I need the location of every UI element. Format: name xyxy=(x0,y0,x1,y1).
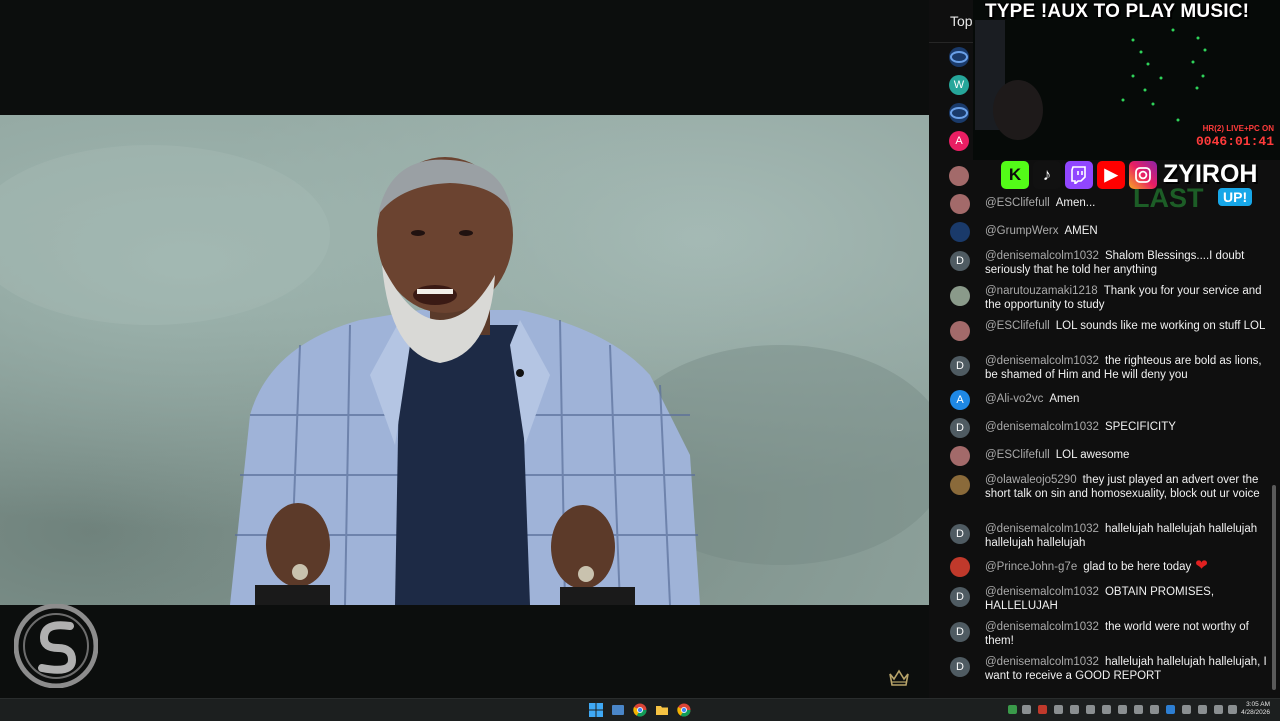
chat-author[interactable]: @PrinceJohn-g7e xyxy=(985,561,1077,573)
taskbar-clock[interactable]: 3:05 AM 4/28/2026 xyxy=(1241,701,1270,717)
chat-author[interactable]: @denisemalcolm1032 xyxy=(985,250,1099,262)
chat-message: D @denisemalcolm1032 OBTAIN PROMISES, HAL… xyxy=(950,583,1268,613)
chat-message: D @denisemalcolm1032 the world were not w… xyxy=(950,618,1268,648)
chat-message: @olawaleojo5290 they just played an adver… xyxy=(950,471,1268,501)
tray-app-icon[interactable] xyxy=(1054,705,1063,714)
tray-discord-icon[interactable] xyxy=(1022,705,1031,714)
chat-author[interactable]: @denisemalcolm1032 xyxy=(985,355,1099,367)
chat-avatar[interactable] xyxy=(950,194,970,214)
chat-message: D @denisemalcolm1032 the righteous are bo… xyxy=(950,352,1268,382)
tray-volume-icon[interactable] xyxy=(1214,705,1223,714)
youtube-icon: ▶ xyxy=(1097,160,1125,189)
chat-author[interactable]: @denisemalcolm1032 xyxy=(985,523,1099,535)
chat-avatar[interactable] xyxy=(950,446,970,466)
webcam-feed: HR(2) LIVE+PC ON 0046:01:41 xyxy=(973,0,1280,160)
chat-author[interactable]: @ESClifefull xyxy=(985,320,1050,332)
chat-mode-tab[interactable]: Top xyxy=(950,13,973,29)
overlay-title: TYPE !AUX TO PLAY MUSIC! xyxy=(985,1,1250,22)
chat-author[interactable]: @denisemalcolm1032 xyxy=(985,656,1099,668)
windows-start-icon[interactable] xyxy=(589,703,603,717)
chat-message: D @denisemalcolm1032 hallelujah halleluja… xyxy=(950,653,1268,683)
tiktok-icon: ♪ xyxy=(1033,160,1061,189)
chat-message: @ESClifefull LOL awesome xyxy=(950,446,1268,466)
chrome-icon[interactable] xyxy=(633,703,647,717)
chat-avatar[interactable]: D xyxy=(950,251,970,271)
overlay-up-badge: UP! xyxy=(1218,188,1253,206)
live-status-text: HR(2) LIVE+PC ON xyxy=(1202,124,1274,133)
chat-avatar[interactable]: A xyxy=(950,390,970,410)
tray-app-icon[interactable] xyxy=(1182,705,1191,714)
social-links: K ♪ ▶ ZYIROH xyxy=(1001,160,1257,189)
taskbar: 3:05 AM 4/28/2026 xyxy=(0,698,1280,721)
chat-author[interactable]: @Ali-vo2vc xyxy=(985,393,1043,405)
video-frame[interactable] xyxy=(0,115,929,605)
tray-app-icon[interactable] xyxy=(1150,705,1159,714)
chat-text: LOL awesome xyxy=(1055,449,1130,461)
chat-author[interactable]: @denisemalcolm1032 xyxy=(985,586,1099,598)
chat-message: @narutouzamaki1218 Thank you for your ser… xyxy=(950,282,1268,312)
channel-logo xyxy=(14,604,98,688)
chat-avatar[interactable] xyxy=(950,286,970,306)
chat-message: D @denisemalcolm1032 Shalom Blessings....… xyxy=(950,247,1268,277)
stream-overlay: HR(2) LIVE+PC ON 0046:01:41 TYPE !AUX TO… xyxy=(973,0,1280,215)
file-explorer-icon[interactable] xyxy=(655,703,669,717)
chat-avatar[interactable] xyxy=(949,166,969,186)
twitch-icon xyxy=(1065,160,1093,189)
chat-text: Amen xyxy=(1049,393,1080,405)
video-player[interactable] xyxy=(0,0,929,698)
tray-app-icon[interactable] xyxy=(1134,705,1143,714)
chat-avatar[interactable] xyxy=(950,475,970,495)
tray-record-icon[interactable] xyxy=(1038,705,1047,714)
streamer-handle: ZYIROH xyxy=(1163,160,1258,188)
chat-avatar[interactable]: D xyxy=(950,622,970,642)
chat-avatar[interactable] xyxy=(950,321,970,341)
tray-bluetooth-icon[interactable] xyxy=(1166,705,1175,714)
crown-icon xyxy=(889,669,909,686)
chat-avatar[interactable] xyxy=(949,103,969,123)
chat-avatar[interactable] xyxy=(950,557,970,577)
chat-author[interactable]: @GrumpWerx xyxy=(985,225,1058,237)
kick-icon: K xyxy=(1001,160,1029,189)
chat-avatar[interactable]: D xyxy=(950,356,970,376)
chrome-profile-icon[interactable] xyxy=(677,703,691,717)
chat-author[interactable]: @ESClifefull xyxy=(985,449,1050,461)
chat-text: AMEN xyxy=(1064,225,1098,237)
chat-message: @PrinceJohn-g7e glad to be here today ❤ xyxy=(950,557,1268,577)
tray-battery-icon[interactable] xyxy=(1228,705,1237,714)
chat-avatar[interactable]: D xyxy=(950,657,970,677)
stream-timer: 0046:01:41 xyxy=(1195,134,1274,149)
chat-author[interactable]: @olawaleojo5290 xyxy=(985,474,1077,486)
chat-avatar[interactable]: D xyxy=(950,587,970,607)
tray-app-icon[interactable] xyxy=(1070,705,1079,714)
tray-app-icon[interactable] xyxy=(1086,705,1095,714)
chat-author[interactable]: @narutouzamaki1218 xyxy=(985,285,1098,297)
tray-app-icon[interactable] xyxy=(1118,705,1127,714)
heart-emoji-icon: ❤ xyxy=(1195,557,1208,574)
tray-app-icon[interactable] xyxy=(1008,705,1017,714)
speaker-figure xyxy=(0,145,929,605)
clock-date: 4/28/2026 xyxy=(1241,709,1270,716)
chat-text: glad to be here today xyxy=(1083,561,1192,573)
clock-time: 3:05 AM xyxy=(1246,701,1270,708)
chat-author[interactable]: @denisemalcolm1032 xyxy=(985,621,1099,633)
chat-message: @GrumpWerx AMEN xyxy=(950,222,1268,242)
task-view-icon[interactable] xyxy=(611,703,625,717)
chat-avatar[interactable]: D xyxy=(950,524,970,544)
chat-text: SPECIFICITY xyxy=(1104,421,1176,433)
chat-scrollbar[interactable] xyxy=(1272,485,1276,690)
chat-message: D @denisemalcolm1032 hallelujah halleluja… xyxy=(950,520,1268,550)
chat-message: A @Ali-vo2vc Amen xyxy=(950,390,1268,410)
chat-avatar[interactable] xyxy=(950,222,970,242)
chat-avatar[interactable] xyxy=(949,47,969,67)
instagram-icon xyxy=(1129,160,1157,189)
chat-author[interactable]: @denisemalcolm1032 xyxy=(985,421,1099,433)
chat-avatar[interactable]: D xyxy=(950,418,970,438)
chat-avatar[interactable]: A xyxy=(949,131,969,151)
tray-app-icon[interactable] xyxy=(1102,705,1111,714)
chat-message: D @denisemalcolm1032 SPECIFICITY xyxy=(950,418,1268,438)
chat-avatar[interactable]: W xyxy=(949,75,969,95)
tray-network-icon[interactable] xyxy=(1198,705,1207,714)
chat-message: @ESClifefull LOL sounds like me working o… xyxy=(950,317,1268,341)
chat-text: LOL sounds like me working on stuff LOL xyxy=(1055,320,1266,332)
